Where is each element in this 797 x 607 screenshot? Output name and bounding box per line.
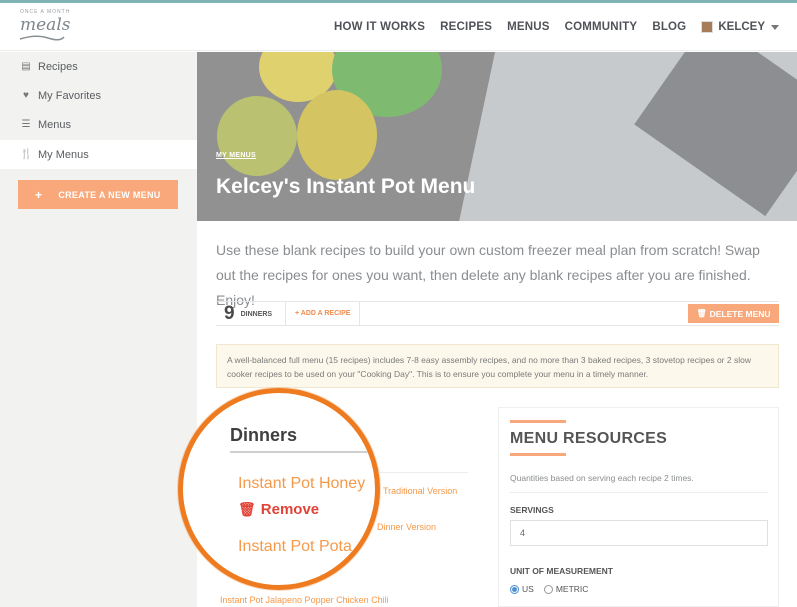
add-recipe-link[interactable]: + ADD A RECIPE	[295, 310, 350, 317]
trash-icon: 🗑	[696, 309, 707, 318]
site-header: ONCE A MONTH meals HOW IT WORKS RECIPES …	[0, 3, 797, 51]
unit-of-measurement-label: UNIT OF MEASUREMENT	[510, 566, 613, 576]
chevron-down-icon	[771, 24, 779, 30]
heart-icon: ♥	[23, 90, 29, 101]
nav-how-it-works[interactable]: HOW IT WORKS	[334, 21, 425, 33]
user-name: KELCEY	[718, 21, 765, 33]
servings-input[interactable]: 4	[510, 520, 768, 546]
delete-menu-label: DELETE MENU	[709, 308, 771, 319]
main-nav: HOW IT WORKS RECIPES MENUS COMMUNITY BLO…	[319, 3, 779, 51]
menu-guideline-notice: A well-balanced full menu (15 recipes) i…	[216, 344, 779, 388]
page-title: Kelcey's Instant Pot Menu	[216, 175, 476, 198]
unit-radio-group: US METRIC	[510, 584, 588, 594]
unit-metric-label: METRIC	[555, 584, 589, 594]
remove-label: Remove	[260, 501, 320, 518]
menu-resources-subtitle: Quantities based on serving each recipe …	[510, 473, 694, 483]
nav-blog[interactable]: BLOG	[652, 21, 686, 33]
book-icon: ▤	[21, 61, 31, 72]
nav-menus[interactable]: MENUS	[507, 21, 550, 33]
dinners-heading: Dinners	[230, 425, 298, 445]
servings-label: SERVINGS	[510, 505, 554, 515]
menu-resources-title: MENU RESOURCES	[510, 430, 668, 447]
menu-toolbar: 9 DINNERS + ADD A RECIPE 🗑 DELETE MENU	[216, 301, 779, 326]
dinner-count-number: 9	[224, 303, 235, 324]
sidebar-item-my-favorites[interactable]: ♥ My Favorites	[0, 81, 197, 110]
recipe-link-traditional[interactable]: Traditional Version	[383, 486, 457, 496]
plus-icon: +	[35, 187, 43, 202]
logo-swoosh-icon	[19, 35, 65, 41]
delete-menu-button[interactable]: 🗑 DELETE MENU	[688, 304, 779, 323]
create-new-menu-button[interactable]: + CREATE A NEW MENU	[18, 180, 178, 209]
dinners-divider	[380, 472, 468, 473]
site-logo[interactable]: ONCE A MONTH meals	[18, 9, 78, 45]
nav-recipes[interactable]: RECIPES	[440, 21, 492, 33]
list-icon: ☰	[21, 119, 31, 130]
avatar	[701, 21, 714, 33]
zoom-highlight-circle: Dinners Instant Pot Honey 🗑 Remove Insta…	[178, 388, 380, 590]
nav-community[interactable]: COMMUNITY	[565, 21, 638, 33]
remove-recipe-button[interactable]: 🗑 Remove	[238, 501, 319, 518]
create-new-menu-label: CREATE A NEW MENU	[58, 189, 161, 200]
user-menu[interactable]: KELCEY	[701, 21, 779, 33]
sidebar-item-label: Recipes	[38, 60, 78, 73]
sidebar-item-label: My Menus	[38, 148, 89, 161]
unit-us-radio[interactable]	[510, 584, 519, 594]
recipe-link-jalapeno-chili[interactable]: Instant Pot Jalapeno Popper Chicken Chil…	[220, 595, 389, 605]
menu-resources-panel: MENU RESOURCES Quantities based on servi…	[498, 407, 779, 607]
sidebar: ▤ Recipes ♥ My Favorites ☰ Menus 🍴 My Me…	[0, 52, 197, 607]
trash-icon: 🗑	[238, 501, 256, 517]
sidebar-item-label: My Favorites	[38, 89, 101, 102]
sidebar-item-recipes[interactable]: ▤ Recipes	[0, 52, 197, 81]
sidebar-item-menus[interactable]: ☰ Menus	[0, 110, 197, 139]
recipe-link-dinner-version[interactable]: Dinner Version	[377, 522, 436, 532]
unit-us-label: US	[522, 584, 534, 594]
logo-wordmark: meals	[20, 15, 71, 35]
recipe-link-instant-pot-honey[interactable]: Instant Pot Honey	[238, 475, 365, 493]
recipe-link-instant-pot-pota[interactable]: Instant Pot Pota	[238, 538, 352, 556]
dinner-count: 9 DINNERS	[224, 302, 272, 326]
breadcrumb[interactable]: MY MENUS	[216, 152, 256, 159]
dinner-count-label: DINNERS	[240, 310, 273, 318]
utensils-icon: 🍴	[20, 149, 33, 160]
unit-metric-radio[interactable]	[543, 584, 553, 594]
sidebar-item-label: Menus	[38, 118, 72, 131]
sidebar-item-my-menus[interactable]: 🍴 My Menus	[0, 140, 197, 169]
